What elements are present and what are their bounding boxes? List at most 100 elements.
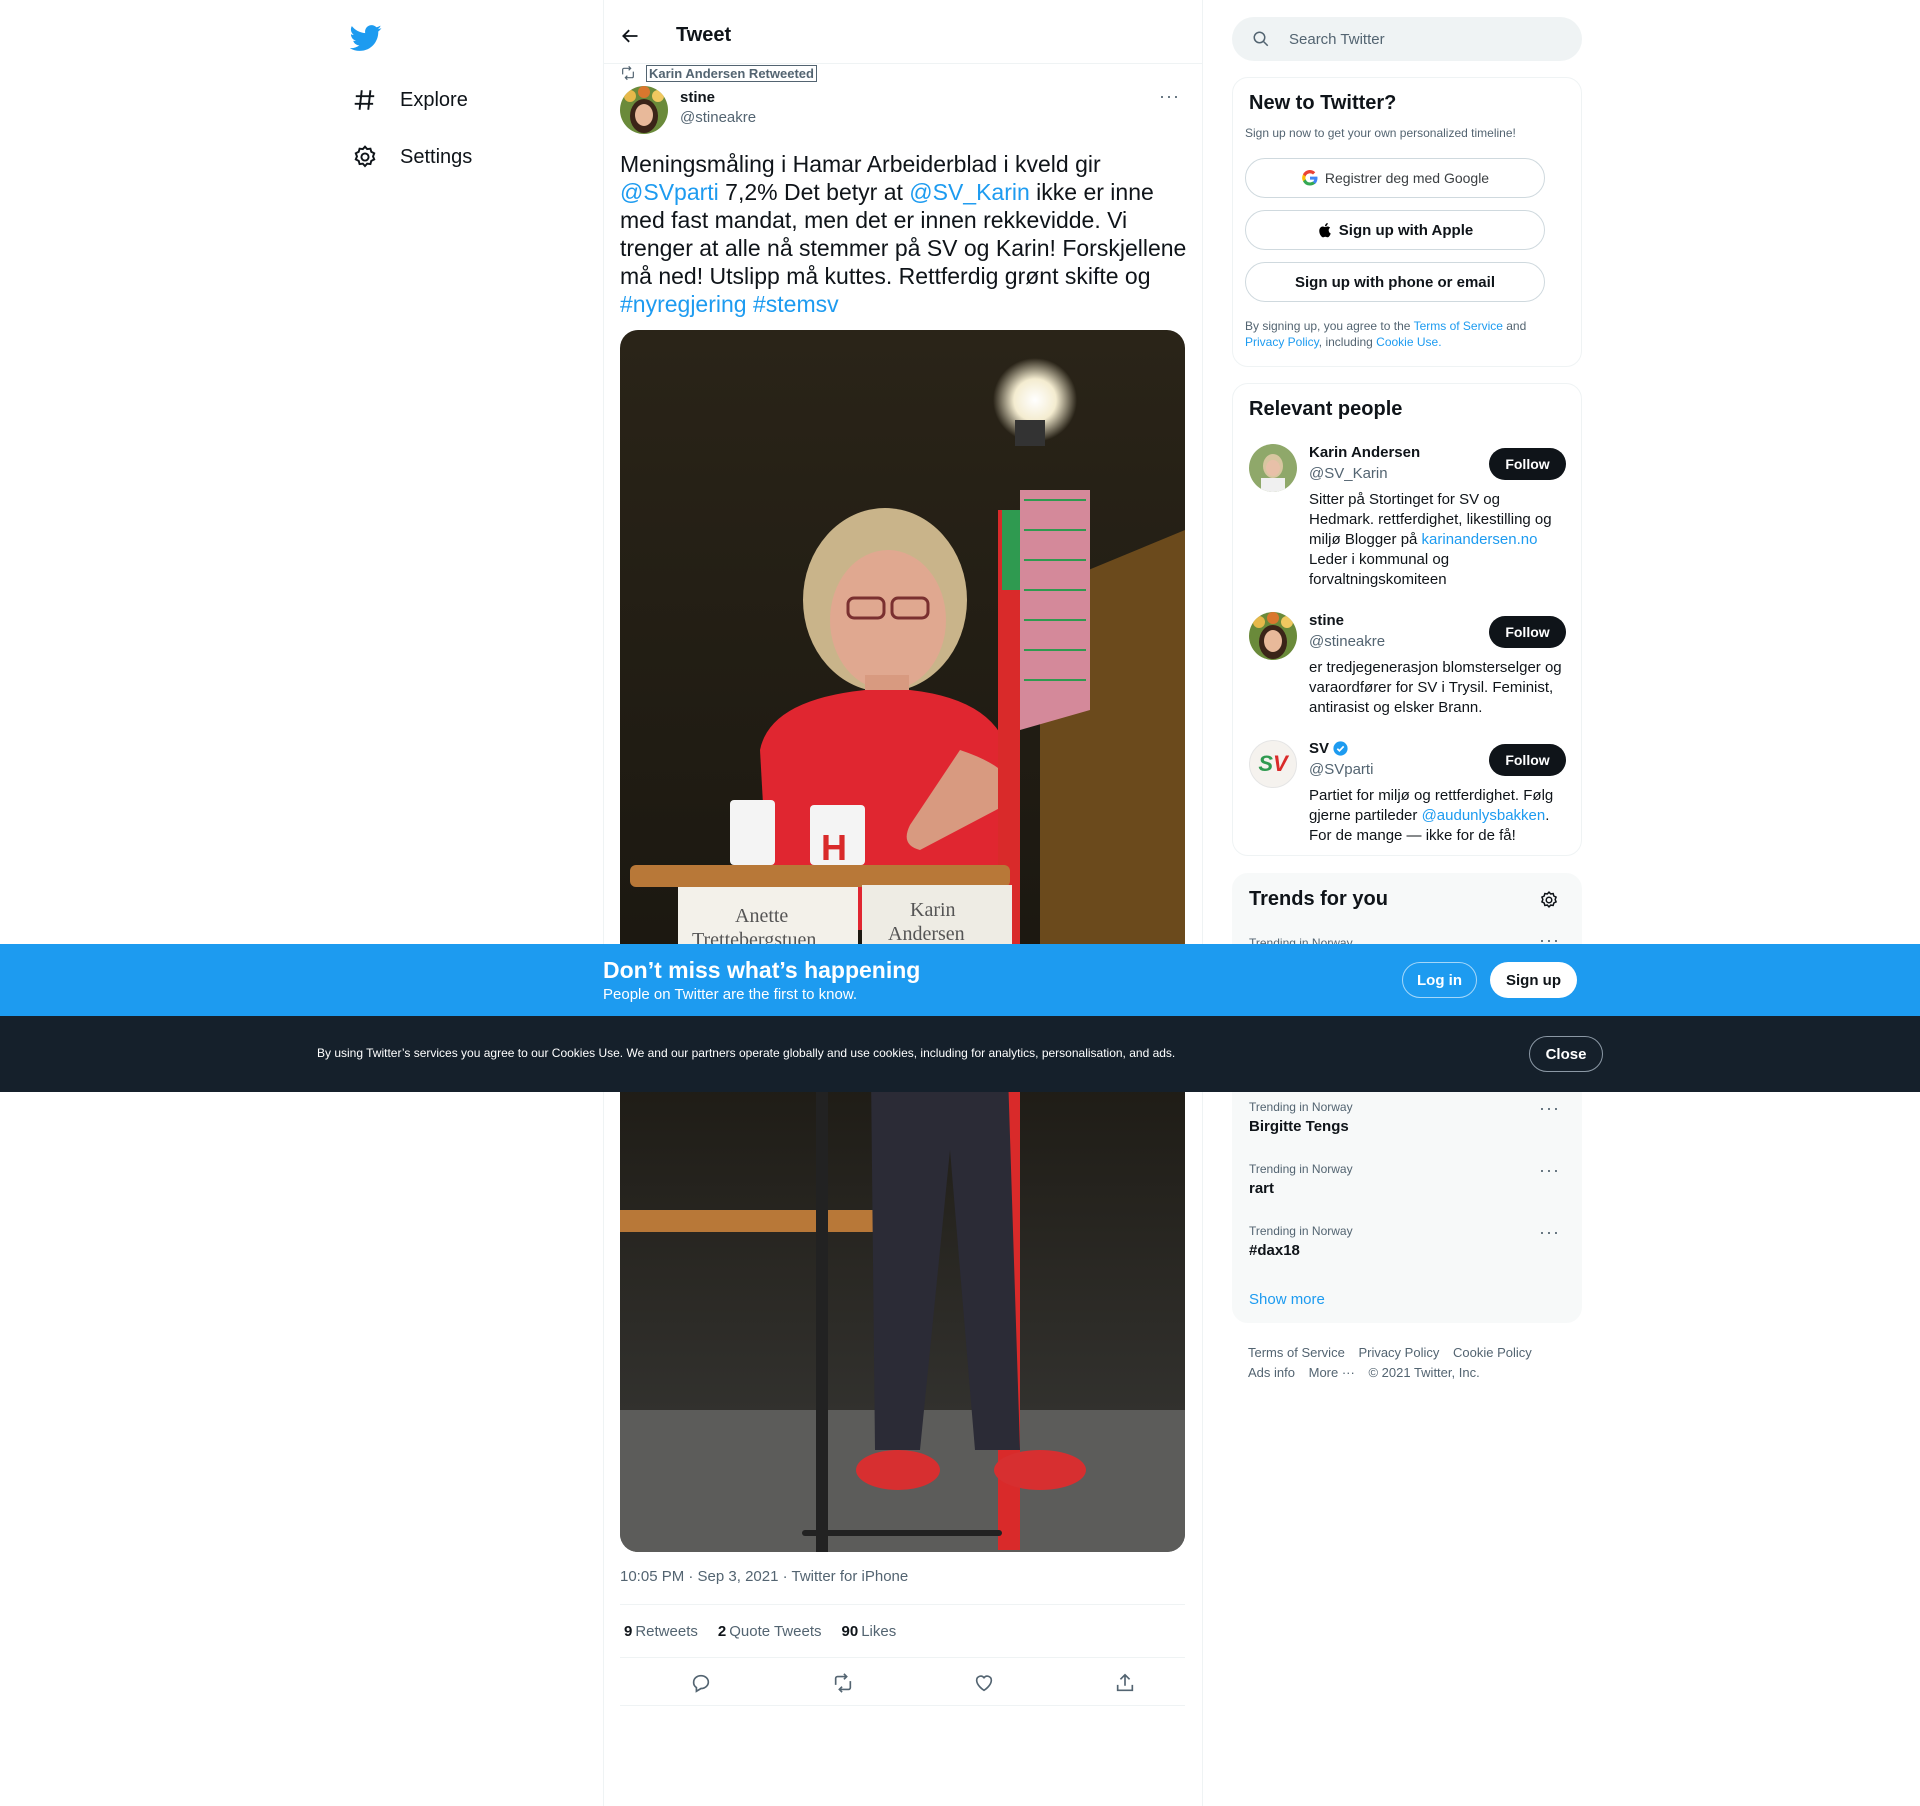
footer-links: Terms of Service Privacy Policy Cookie P… xyxy=(1248,1343,1578,1383)
person-handle[interactable]: @SV_Karin xyxy=(1309,465,1388,482)
author-name[interactable]: stine xyxy=(680,89,715,106)
retweet-context: Karin Andersen Retweeted xyxy=(620,64,817,82)
footer-ads-link[interactable]: Ads info xyxy=(1248,1365,1295,1380)
apple-icon xyxy=(1317,221,1333,239)
apple-signup-button[interactable]: Sign up with Apple xyxy=(1245,210,1545,250)
reply-icon[interactable] xyxy=(690,1672,712,1694)
placard-text: Anette xyxy=(735,905,788,927)
person-bio: Sitter på Stortinget for SV og Hedmark. … xyxy=(1309,490,1567,590)
trend-name: Birgitte Tengs xyxy=(1249,1118,1349,1135)
footer-cookie-link[interactable]: Cookie Policy xyxy=(1453,1345,1532,1360)
trend-name: rart xyxy=(1249,1180,1275,1197)
footer-privacy-link[interactable]: Privacy Policy xyxy=(1358,1345,1439,1360)
placard-text: Karin xyxy=(910,899,956,921)
person-name[interactable]: Karin Andersen xyxy=(1309,444,1420,461)
page-title: Tweet xyxy=(676,24,732,46)
footer-copyright: © 2021 Twitter, Inc. xyxy=(1368,1365,1480,1380)
show-more-link[interactable]: Show more xyxy=(1249,1291,1325,1308)
likes-stat[interactable]: 90 Likes xyxy=(842,1623,897,1640)
google-icon xyxy=(1301,169,1319,187)
bio-link[interactable]: karinandersen.no xyxy=(1422,531,1538,548)
likes-label: Likes xyxy=(861,1622,897,1640)
back-arrow-icon[interactable] xyxy=(620,26,640,46)
hashtag-link[interactable]: #stemsv xyxy=(753,291,839,317)
search-bar[interactable] xyxy=(1232,17,1582,61)
more-options-icon[interactable]: ··· xyxy=(1159,86,1180,107)
quote-tweets-stat[interactable]: 2 Quote Tweets xyxy=(718,1623,822,1640)
trend-name: #dax18 xyxy=(1249,1242,1300,1259)
person-bio: er tredjegenerasjon blomsterselger og va… xyxy=(1309,658,1567,718)
retweeted-by-link[interactable]: Karin Andersen Retweeted xyxy=(646,64,817,82)
gear-icon xyxy=(354,145,376,168)
hashtag-link[interactable]: #nyregjering xyxy=(620,291,747,317)
tweet-text-part: 7,2% Det betyr at xyxy=(718,179,910,205)
follow-button[interactable]: Follow xyxy=(1489,448,1566,480)
person-name[interactable]: SV xyxy=(1309,740,1349,757)
retweets-stat[interactable]: 9 Retweets xyxy=(624,1623,698,1640)
nav-item-explore[interactable]: Explore xyxy=(352,80,468,120)
mention-link[interactable]: @SV_Karin xyxy=(909,179,1030,205)
trends-card: Trends for you Trending in Norway ··· Tr… xyxy=(1232,873,1582,1323)
signup-subtitle: Sign up now to get your own personalized… xyxy=(1245,126,1516,140)
footer-terms-link[interactable]: Terms of Service xyxy=(1248,1345,1345,1360)
trend-context: Trending in Norway xyxy=(1249,1224,1353,1238)
nav-item-settings[interactable]: Settings xyxy=(352,137,472,177)
trend-more-icon[interactable]: ··· xyxy=(1539,1160,1560,1181)
verified-badge-icon xyxy=(1333,741,1348,756)
author-handle[interactable]: @stineakre xyxy=(680,109,756,126)
trend-more-icon[interactable]: ··· xyxy=(1539,1098,1560,1119)
phone-signup-button[interactable]: Sign up with phone or email xyxy=(1245,262,1545,302)
main-header: Tweet xyxy=(604,0,1202,64)
main-column: Tweet Karin Andersen Retweeted stine @st… xyxy=(603,0,1203,1806)
login-banner: Don’t miss what’s happening People on Tw… xyxy=(0,944,1920,1016)
cookie-use-link[interactable]: Cookie Use. xyxy=(1376,335,1441,349)
person-bio: Partiet for miljø og rettferdighet. Følg… xyxy=(1309,786,1567,846)
follow-button[interactable]: Follow xyxy=(1489,744,1566,776)
retweet-icon xyxy=(622,65,634,81)
legal-text: , including xyxy=(1318,335,1377,349)
google-signup-button[interactable]: Registrer deg med Google xyxy=(1245,158,1545,198)
legal-text: and xyxy=(1502,319,1527,333)
person-name[interactable]: stine xyxy=(1309,612,1344,629)
avatar[interactable] xyxy=(1249,444,1297,492)
share-icon[interactable] xyxy=(1114,1672,1136,1694)
sv-logo-icon: SV xyxy=(1258,751,1288,776)
likes-count: 90 xyxy=(841,1622,859,1640)
terms-link[interactable]: Terms of Service xyxy=(1414,319,1503,333)
tweet-timestamp[interactable]: 10:05 PM · Sep 3, 2021 · Twitter for iPh… xyxy=(620,1568,908,1585)
privacy-link[interactable]: Privacy Policy xyxy=(1245,335,1319,349)
gear-icon[interactable] xyxy=(1539,890,1559,910)
follow-button[interactable]: Follow xyxy=(1489,616,1566,648)
search-input[interactable] xyxy=(1289,27,1559,51)
legal-text: By signing up, you agree to the xyxy=(1245,319,1414,333)
avatar[interactable]: SV xyxy=(1249,740,1297,788)
retweet-icon[interactable] xyxy=(832,1672,854,1694)
google-signup-label: Registrer deg med Google xyxy=(1324,170,1490,186)
relevant-people-card: Relevant people Karin Andersen @SV_Karin… xyxy=(1232,383,1582,856)
relevant-people-title: Relevant people xyxy=(1249,398,1403,420)
tweet-actions xyxy=(620,1658,1185,1706)
close-button[interactable]: Close xyxy=(1529,1036,1603,1072)
author-avatar[interactable] xyxy=(620,86,668,134)
avatar[interactable] xyxy=(1249,612,1297,660)
tweet-photo[interactable]: H Anette Trettebergstuen Karin Andersen xyxy=(620,330,1185,1552)
banner-title: Don’t miss what’s happening xyxy=(603,957,921,983)
heart-icon[interactable] xyxy=(973,1672,995,1694)
apple-signup-label: Sign up with Apple xyxy=(1338,221,1474,239)
footer-more-link[interactable]: More ··· xyxy=(1309,1365,1355,1380)
person-handle[interactable]: @SVparti xyxy=(1309,761,1373,778)
phone-signup-label: Sign up with phone or email xyxy=(1294,273,1495,291)
quotes-count: 2 xyxy=(717,1622,727,1640)
login-button[interactable]: Log in xyxy=(1402,962,1477,998)
bio-link[interactable]: @audunlysbakken xyxy=(1422,807,1546,824)
twitter-logo-icon[interactable] xyxy=(350,22,382,54)
bio-text: Leder i kommunal og forvaltningskomiteen xyxy=(1309,551,1450,588)
trends-title: Trends for you xyxy=(1249,888,1388,910)
mention-link[interactable]: @SVparti xyxy=(620,179,719,205)
banner-subtitle: People on Twitter are the first to know. xyxy=(603,986,858,1003)
signup-button[interactable]: Sign up xyxy=(1490,962,1577,998)
quotes-label: Quote Tweets xyxy=(729,1622,822,1640)
trend-more-icon[interactable]: ··· xyxy=(1539,1222,1560,1243)
placard-text: Andersen xyxy=(888,923,965,945)
person-handle[interactable]: @stineakre xyxy=(1309,633,1385,650)
